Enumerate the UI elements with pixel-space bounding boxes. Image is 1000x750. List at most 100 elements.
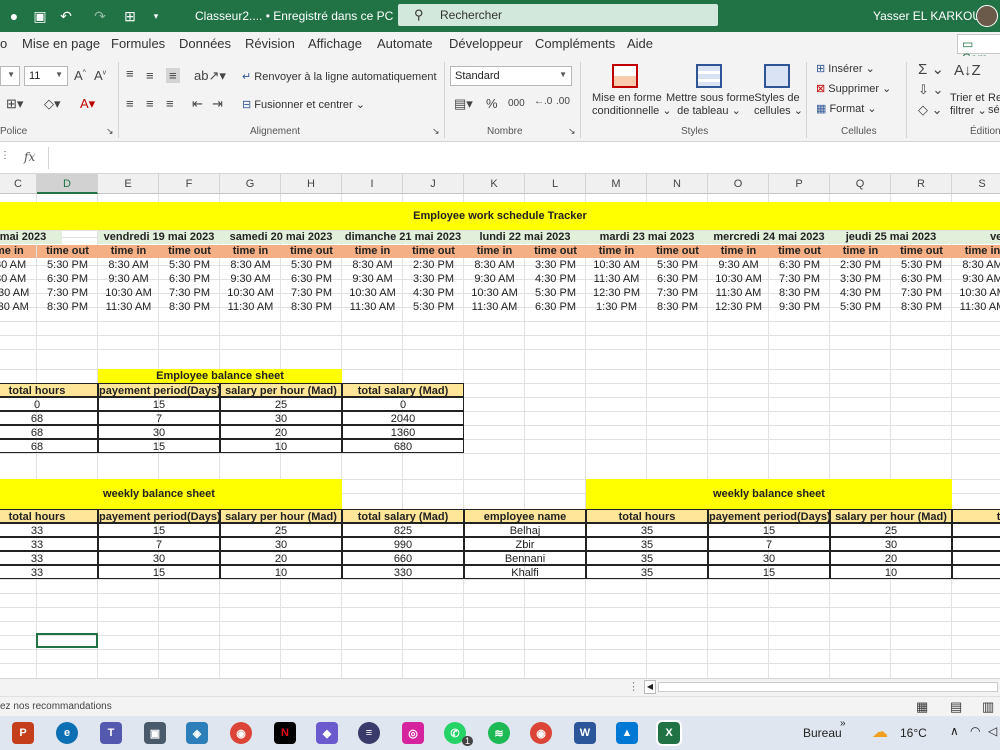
percent-icon[interactable]: %: [486, 96, 498, 111]
weekly-left-cell[interactable]: 20: [220, 551, 342, 565]
time-cell[interactable]: 11:30 AM: [708, 287, 769, 300]
time-cell[interactable]: 5:30 PM: [281, 259, 342, 272]
weekly-left-cell[interactable]: Khalfi: [464, 565, 586, 579]
weekly-left-cell[interactable]: Zbir: [464, 537, 586, 551]
tab-formules[interactable]: Formules: [111, 36, 165, 51]
weekly-right-cell[interactable]: 10: [830, 565, 952, 579]
time-cell[interactable]: 6:30 PM: [647, 273, 708, 286]
time-in-header[interactable]: time in: [830, 245, 891, 258]
chrome-icon[interactable]: ◉: [230, 722, 252, 744]
time-out-header[interactable]: time out: [891, 245, 952, 258]
fill-color-icon[interactable]: ◇▾: [44, 96, 61, 112]
balance-cell[interactable]: 25: [220, 397, 342, 411]
weekly-right-cell[interactable]: 25: [830, 523, 952, 537]
weekly-left-title[interactable]: weekly balance sheet: [0, 479, 342, 509]
tab-developpeur[interactable]: Développeur: [449, 36, 523, 51]
weekly-right-cell[interactable]: 30: [830, 537, 952, 551]
time-cell[interactable]: 6:30 PM: [281, 273, 342, 286]
time-cell[interactable]: 10:30 AM: [98, 287, 159, 300]
balance-cell[interactable]: 30: [98, 425, 220, 439]
font-name-dropdown[interactable]: ▼: [0, 66, 20, 86]
time-cell[interactable]: 7:30 PM: [159, 287, 220, 300]
format-table-icon[interactable]: [696, 64, 722, 88]
balance-cell[interactable]: 0: [342, 397, 464, 411]
time-cell[interactable]: 9:30 AM: [0, 273, 36, 286]
time-out-header[interactable]: time out: [403, 245, 464, 258]
weekly-left-cell[interactable]: 15: [98, 565, 220, 579]
search-box[interactable]: ⚲ Rechercher: [398, 4, 718, 26]
chrome-profile-icon[interactable]: ◉: [530, 722, 552, 744]
balance-cell[interactable]: 680: [342, 439, 464, 453]
day-header[interactable]: vendredi: [952, 231, 1000, 244]
media-player-icon[interactable]: ≡: [358, 722, 380, 744]
active-cell[interactable]: [36, 633, 98, 648]
store-icon[interactable]: ▣: [144, 722, 166, 744]
splitter-icon[interactable]: ⋮: [628, 680, 639, 693]
time-out-header[interactable]: time out: [525, 245, 586, 258]
column-header-R[interactable]: R: [891, 174, 952, 194]
weather-icon[interactable]: ☁: [872, 722, 888, 742]
time-in-header[interactable]: time in: [464, 245, 525, 258]
time-cell[interactable]: 10:30 AM: [342, 287, 403, 300]
weekly-right-header[interactable]: salary per hour (Mad): [830, 509, 952, 523]
comments-button[interactable]: ▭ Com: [957, 34, 1000, 65]
time-cell[interactable]: 12:30 PM: [586, 287, 647, 300]
format-table-button[interactable]: Mettre sous forme de tableau ⌄: [666, 92, 755, 117]
tab-accueil-fragment[interactable]: o: [0, 36, 7, 51]
sort-filter-icon[interactable]: A↓Z: [954, 62, 981, 79]
weekly-left-cell[interactable]: 30: [220, 537, 342, 551]
weekly-right-cell[interactable]: 30: [708, 551, 830, 565]
column-header-F[interactable]: F: [159, 174, 220, 194]
time-cell[interactable]: 4:30 PM: [830, 287, 891, 300]
balance-cell[interactable]: 7: [98, 411, 220, 425]
time-cell[interactable]: 3:30 PM: [525, 259, 586, 272]
font-color-icon[interactable]: A▾: [80, 96, 95, 112]
column-header-O[interactable]: O: [708, 174, 769, 194]
font-size-dropdown[interactable]: 11 ▼: [24, 66, 68, 86]
time-cell[interactable]: 11:30 AM: [220, 301, 281, 314]
weekly-left-header[interactable]: employee name: [464, 509, 586, 523]
time-cell[interactable]: 6:30 PM: [891, 273, 952, 286]
time-cell[interactable]: 10:30 AM: [952, 287, 1000, 300]
weekly-right-cell[interactable]: 35: [586, 565, 708, 579]
conditional-format-icon[interactable]: [612, 64, 638, 88]
balance-cell[interactable]: 30: [220, 411, 342, 425]
weekly-right-cell[interactable]: 87: [952, 523, 1000, 537]
column-header-H[interactable]: H: [281, 174, 342, 194]
weekly-right-cell[interactable]: 35: [586, 537, 708, 551]
column-header-C[interactable]: C: [0, 174, 37, 194]
balance-cell[interactable]: 15: [98, 397, 220, 411]
weekly-left-cell[interactable]: 330: [342, 565, 464, 579]
column-header-G[interactable]: G: [220, 174, 281, 194]
borders-icon[interactable]: ⊞▾: [6, 96, 23, 112]
horizontal-scrollbar[interactable]: [658, 682, 998, 692]
time-cell[interactable]: 9:30 AM: [342, 273, 403, 286]
weekly-right-header[interactable]: total s: [952, 509, 1000, 523]
balance-title[interactable]: Employee balance sheet: [98, 369, 342, 383]
day-header[interactable]: mercredi 24 mai 2023: [708, 231, 830, 244]
column-header-I[interactable]: I: [342, 174, 403, 194]
weekly-left-cell[interactable]: 33: [0, 523, 98, 537]
align-right-icon[interactable]: ≡: [166, 96, 174, 111]
time-cell[interactable]: 8:30 AM: [464, 259, 525, 272]
time-in-header[interactable]: time in: [342, 245, 403, 258]
time-in-header[interactable]: time in: [586, 245, 647, 258]
currency-icon[interactable]: ▤▾: [454, 96, 473, 112]
balance-header[interactable]: total salary (Mad): [342, 383, 464, 397]
time-cell[interactable]: 9:30 AM: [952, 273, 1000, 286]
word-icon[interactable]: W: [574, 722, 596, 744]
balance-cell[interactable]: 20: [220, 425, 342, 439]
wrap-text-button[interactable]: ↵ Renvoyer à la ligne automatiquement: [242, 70, 437, 83]
tab-mise-en-page[interactable]: Mise en page: [22, 36, 100, 51]
time-cell[interactable]: 10:30 AM: [220, 287, 281, 300]
balance-cell[interactable]: 68: [0, 439, 98, 453]
schedule-title[interactable]: Employee work schedule Tracker: [0, 202, 1000, 230]
weekly-left-cell[interactable]: 660: [342, 551, 464, 565]
align-top-icon[interactable]: ≡: [126, 66, 134, 81]
time-cell[interactable]: 2:30 PM: [830, 259, 891, 272]
time-cell[interactable]: 7:30 PM: [281, 287, 342, 300]
teams-icon[interactable]: T: [100, 722, 122, 744]
weekly-left-cell[interactable]: Belhaj: [464, 523, 586, 537]
time-cell[interactable]: 5:30 PM: [647, 259, 708, 272]
time-cell[interactable]: 8:30 AM: [98, 259, 159, 272]
